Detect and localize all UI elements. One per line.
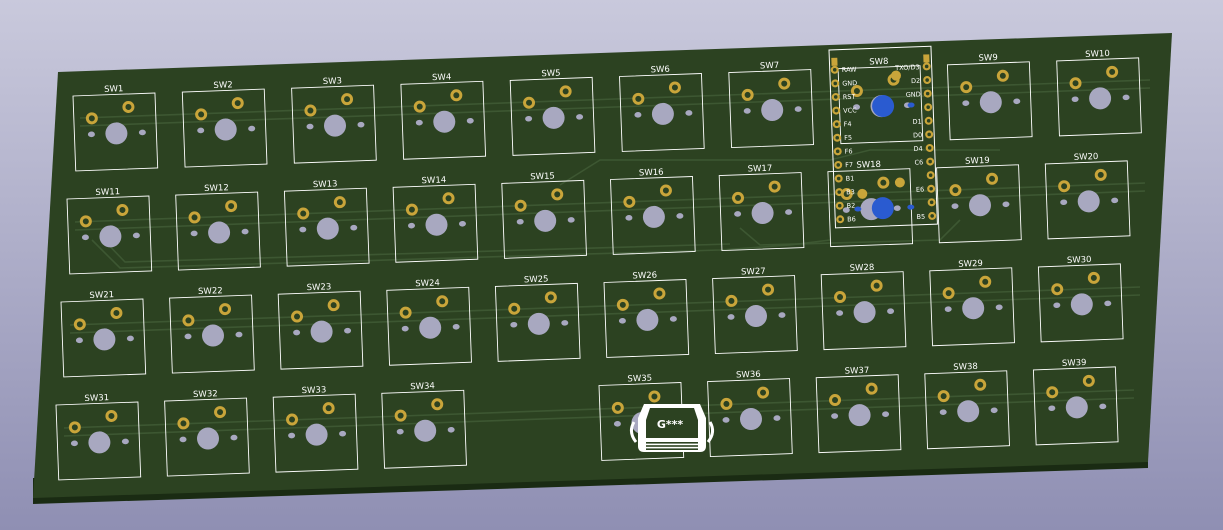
mcu-pin-label: B6 <box>847 215 856 223</box>
switch-label: SW5 <box>541 69 561 80</box>
switch-label: SW28 <box>850 263 875 274</box>
mcu-pin-label: RST <box>843 93 856 101</box>
mcu-pin-label: C6 <box>914 158 923 166</box>
mcu-pin-label: B2 <box>847 202 856 210</box>
switch-label: SW36 <box>736 370 761 381</box>
switch-label: SW23 <box>307 282 332 293</box>
mcu-pin-label: D4 <box>913 145 922 153</box>
switch-label: SW15 <box>530 171 555 182</box>
switch-label: SW20 <box>1074 152 1099 163</box>
switch-label: SW8 <box>869 57 889 68</box>
switch-label: SW19 <box>965 156 990 167</box>
mcu-pin-label: RAW <box>842 65 858 74</box>
switch-label: SW29 <box>958 259 983 270</box>
switch-label: SW22 <box>198 286 223 297</box>
mcu-pin-label: D0 <box>913 131 922 139</box>
switch-label: SW13 <box>313 179 338 190</box>
mcu-pin-label: D2 <box>911 77 920 85</box>
switch-label: SW12 <box>204 183 229 194</box>
mcu-pin-label: F5 <box>844 134 852 142</box>
switch-label: SW10 <box>1085 49 1110 60</box>
mcu-pin-label: GND <box>906 90 921 99</box>
pcb-3d-view: SW1 SW2 SW3 SW4 SW5 SW6 SW7 SW8 SW9 SW10 SW11 SW12 S… <box>0 0 1223 530</box>
switch-label: SW16 <box>639 168 664 179</box>
switch-label: SW1 <box>104 84 124 95</box>
mcu-pin-label: B1 <box>846 174 855 182</box>
switch-label: SW25 <box>524 274 549 285</box>
switch-label: SW9 <box>978 53 998 64</box>
mcu-pin-label: B5 <box>916 213 925 221</box>
switch-label: SW31 <box>84 393 109 404</box>
switch-label: SW34 <box>410 381 435 392</box>
mcu-pin-label: F4 <box>844 120 852 128</box>
switch-label: SW2 <box>213 80 233 91</box>
switch-label: SW33 <box>302 385 327 396</box>
mcu-pin-label: B3 <box>846 188 855 196</box>
switch-label: SW38 <box>953 362 978 373</box>
switch-label: SW27 <box>741 267 766 278</box>
switch-label: SW11 <box>95 187 120 198</box>
switch-label: SW14 <box>421 175 446 186</box>
switch-label: SW26 <box>632 271 657 282</box>
mcu-pin-label: E6 <box>916 186 925 194</box>
switch-label: SW3 <box>323 76 343 87</box>
switch-label: SW30 <box>1067 255 1092 266</box>
mcu-pin-label: F6 <box>845 147 853 155</box>
switch-label: SW4 <box>432 72 452 83</box>
mcu-pin-label: TXO/D3 <box>894 63 920 72</box>
switch-label: SW21 <box>89 290 114 301</box>
mcu-pin-label: VCC <box>843 106 857 115</box>
switch-label: SW24 <box>415 278 440 289</box>
switch-label: SW37 <box>845 366 870 377</box>
keycap-logo-icon: G*** <box>629 404 715 452</box>
switch-label: SW6 <box>651 65 671 76</box>
switch-label: SW39 <box>1062 358 1087 369</box>
mcu-pin-label: GND <box>842 79 857 88</box>
switch-label: SW7 <box>760 61 780 72</box>
switch-label: SW18 <box>856 160 881 171</box>
mcu-pin-label: D1 <box>912 118 921 126</box>
switch-label: SW35 <box>627 374 652 385</box>
switch-label: SW17 <box>748 164 773 175</box>
mcu-pin-label: F7 <box>845 161 853 169</box>
switch-label: SW32 <box>193 389 218 400</box>
logo-text: G*** <box>657 418 684 431</box>
